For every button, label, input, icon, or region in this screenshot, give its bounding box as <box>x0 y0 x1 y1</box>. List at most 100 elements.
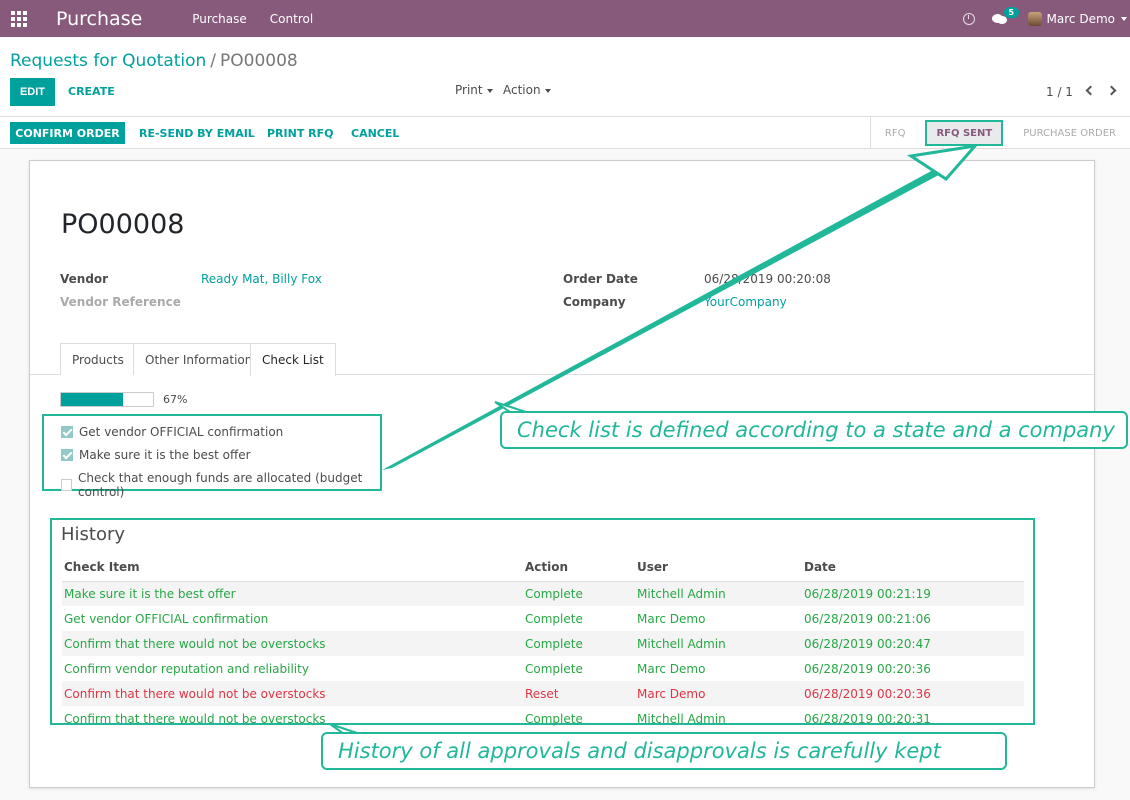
history-cell-date: 06/28/2019 00:21:06 <box>804 611 931 626</box>
record-title: PO00008 <box>61 209 185 240</box>
vendor-label: Vendor <box>60 272 109 286</box>
column-header-date: Date <box>802 554 1024 582</box>
company-value[interactable]: YourCompany <box>704 295 787 309</box>
history-annotation: History of all approvals and disapproval… <box>321 732 1007 770</box>
create-button[interactable]: CREATE <box>68 85 115 98</box>
stage-purchase-order[interactable]: PURCHASE ORDER <box>1009 117 1130 149</box>
breadcrumb-separator: / <box>210 51 217 71</box>
top-navbar: Purchase Purchase Control 5 Marc Demo <box>0 0 1130 37</box>
table-row: Make sure it is the best offer Complete Mi… <box>62 581 1024 606</box>
control-panel: Requests for Quotation / PO00008 EDIT CREA… <box>0 37 1130 117</box>
history-cell-user: Mitchell Admin <box>635 631 802 656</box>
confirm-order-button[interactable]: CONFIRM ORDER <box>10 122 125 144</box>
action-caret-icon <box>544 88 551 93</box>
checklist-progress-bar <box>60 392 154 407</box>
history-cell-date: 06/28/2019 00:20:36 <box>802 681 1024 706</box>
print-dropdown[interactable]: Print <box>455 83 493 97</box>
checkbox-icon[interactable] <box>61 449 73 461</box>
history-cell-item: Get vendor OFFICIAL confirmation <box>64 611 269 626</box>
print-rfq-button[interactable]: PRINT RFQ <box>267 122 334 144</box>
breadcrumb-current: PO00008 <box>220 51 298 71</box>
app-title: Purchase <box>56 7 143 30</box>
checklist-item-label: Make sure it is the best offer <box>79 448 251 462</box>
checklist-item-label: Get vendor OFFICIAL confirmation <box>79 425 284 439</box>
checklist-item-label: Check that enough funds are allocated (b… <box>78 471 363 499</box>
history-section: History Check Item Action User Date Make… <box>50 518 1035 726</box>
table-row: Confirm that there would not be overstoc… <box>62 631 1024 656</box>
stage-pipeline: RFQ RFQ SENT PURCHASE ORDER <box>869 117 1130 149</box>
print-dropdown-label: Print <box>455 83 483 97</box>
history-title: History <box>61 524 126 545</box>
edit-button[interactable]: EDIT <box>10 78 55 106</box>
history-cell-action: Complete <box>523 631 635 656</box>
history-cell-item: Confirm that there would not be overstoc… <box>62 681 523 706</box>
menu-control[interactable]: Control <box>270 12 313 26</box>
history-table: Check Item Action User Date Make sure it… <box>62 554 1024 731</box>
activity-clock-icon[interactable] <box>962 12 975 25</box>
history-cell-user: Marc Demo <box>637 661 706 676</box>
statusbar: CONFIRM ORDER RE-SEND BY EMAIL PRINT RFQ… <box>0 117 1130 149</box>
tab-products[interactable]: Products <box>60 343 136 375</box>
tab-other-information[interactable]: Other Information <box>133 343 265 375</box>
vendor-value[interactable]: Ready Mat, Billy Fox <box>201 272 322 286</box>
menu-purchase[interactable]: Purchase <box>192 12 247 26</box>
order-date-label: Order Date <box>563 272 638 286</box>
table-row: Get vendor OFFICIAL confirmation Complete… <box>62 606 1024 631</box>
breadcrumb-parent[interactable]: Requests for Quotation <box>10 51 206 71</box>
checklist-item[interactable]: Make sure it is the best offer <box>61 448 251 462</box>
vendor-reference-label: Vendor Reference <box>60 295 181 309</box>
history-cell-item: Make sure it is the best offer <box>62 581 523 606</box>
history-cell-user: Mitchell Admin <box>635 581 802 606</box>
messaging-icon[interactable]: 5 <box>991 6 1020 25</box>
resend-by-email-button[interactable]: RE-SEND BY EMAIL <box>139 122 255 144</box>
history-cell-date: 06/28/2019 00:20:36 <box>804 661 931 676</box>
notebook-tabs: Products Other Information Check List <box>30 343 1096 376</box>
notification-badge: 5 <box>1003 6 1020 18</box>
top-menu: Purchase Control <box>192 12 336 26</box>
column-header-action: Action <box>523 554 635 582</box>
user-name[interactable]: Marc Demo <box>1047 12 1115 26</box>
history-cell-action: Complete <box>525 711 583 726</box>
history-cell-item: Confirm vendor reputation and reliabilit… <box>64 661 309 676</box>
checklist-item[interactable]: Get vendor OFFICIAL confirmation <box>61 425 283 439</box>
history-cell-action: Reset <box>523 681 635 706</box>
action-dropdown-label: Action <box>503 83 541 97</box>
history-cell-user: Mitchell Admin <box>637 711 726 726</box>
history-cell-date: 06/28/2019 00:21:19 <box>802 581 1024 606</box>
company-label: Company <box>563 295 626 309</box>
history-cell-item: Confirm that there would not be overstoc… <box>64 711 326 726</box>
user-menu-caret-icon[interactable] <box>1121 16 1127 21</box>
table-row: Confirm vendor reputation and reliabilit… <box>62 656 1024 681</box>
order-date-value: 06/28/2019 00:20:08 <box>704 272 831 286</box>
apps-grid-icon[interactable] <box>11 10 27 27</box>
table-row: Confirm that there would not be overstoc… <box>62 706 1024 731</box>
checklist-box: Get vendor OFFICIAL confirmation Make su… <box>42 414 382 499</box>
column-header-user: User <box>635 554 802 582</box>
pager-value[interactable]: 1 / 1 <box>1046 85 1073 99</box>
tab-check-list[interactable]: Check List <box>250 343 336 376</box>
checkbox-icon[interactable] <box>61 479 73 491</box>
stage-rfq[interactable]: RFQ <box>871 117 920 149</box>
history-cell-date: 06/28/2019 00:20:47 <box>802 631 1024 656</box>
pager-next-icon[interactable] <box>1106 84 1117 96</box>
history-cell-user: Marc Demo <box>637 611 706 626</box>
form-sheet: PO00008 Vendor Ready Mat, Billy Fox Vend… <box>29 160 1096 788</box>
action-dropdown[interactable]: Action <box>503 83 551 97</box>
history-cell-date: 06/28/2019 00:20:31 <box>804 711 931 726</box>
checklist-item[interactable]: Check that enough funds are allocated (b… <box>61 471 380 499</box>
column-header-check-item: Check Item <box>62 554 523 582</box>
history-cell-action: Complete <box>525 611 583 626</box>
checkbox-icon[interactable] <box>61 426 73 438</box>
print-caret-icon <box>486 88 493 93</box>
table-row: Confirm that there would not be overstoc… <box>62 681 1024 706</box>
history-cell-action: Complete <box>525 661 583 676</box>
breadcrumb: Requests for Quotation / PO00008 <box>10 51 298 71</box>
stage-rfq-sent[interactable]: RFQ SENT <box>925 120 1004 146</box>
pager-previous-icon[interactable] <box>1085 84 1096 96</box>
history-cell-action: Complete <box>523 581 635 606</box>
history-cell-user: Marc Demo <box>635 681 802 706</box>
history-cell-item: Confirm that there would not be overstoc… <box>62 631 523 656</box>
user-avatar[interactable] <box>1027 11 1042 26</box>
checklist-annotation: Check list is defined according to a sta… <box>500 411 1128 449</box>
cancel-button[interactable]: CANCEL <box>351 122 399 144</box>
